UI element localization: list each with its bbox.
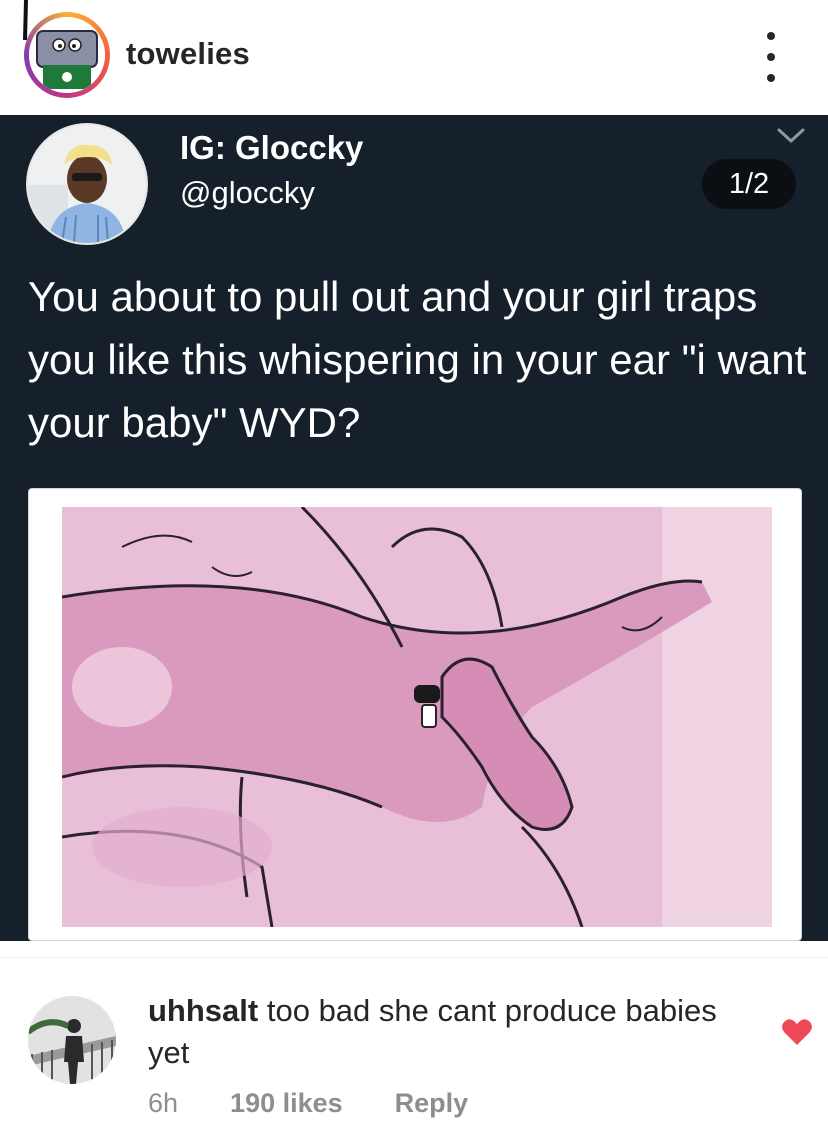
tweet-handle[interactable]: @gloccky — [180, 175, 315, 211]
tweet-display-name[interactable]: IG: Gloccky — [180, 129, 363, 167]
media-pager-badge: 1/2 — [702, 159, 796, 209]
comment-divider — [0, 957, 828, 958]
tweet-avatar — [26, 123, 148, 245]
dot — [767, 74, 775, 82]
chevron-down-icon[interactable] — [776, 125, 806, 147]
profile-avatar[interactable] — [29, 17, 105, 93]
comment-time: 6h — [148, 1088, 179, 1118]
comment-likes-link[interactable]: 190 likes — [230, 1088, 343, 1119]
heart-icon[interactable] — [781, 1018, 813, 1046]
person-avatar-icon — [28, 996, 116, 1084]
profile-avatar-ring[interactable] — [24, 12, 110, 98]
tweet-text: You about to pull out and your girl trap… — [28, 273, 807, 446]
more-vertical-icon[interactable] — [756, 32, 786, 82]
comment-body: uhhsalt too bad she cant produce babies … — [148, 990, 748, 1074]
dot — [767, 53, 775, 61]
comment-username[interactable]: uhhsalt — [148, 993, 258, 1028]
person-avatar-icon — [28, 125, 146, 243]
cartoon-illustration — [62, 507, 772, 927]
comment-reply-button[interactable]: Reply — [395, 1088, 469, 1119]
dot — [767, 32, 775, 40]
comment-meta: 6h 190 likes Reply — [148, 1088, 520, 1119]
post-header: towelies — [0, 0, 828, 112]
tweet-media-image[interactable] — [28, 488, 802, 941]
post-username[interactable]: towelies — [126, 36, 250, 72]
tweet-card: IG: Gloccky @gloccky 1/2 You about to pu… — [0, 115, 828, 941]
comment-avatar[interactable] — [28, 996, 116, 1084]
towel-character-icon — [29, 17, 105, 93]
